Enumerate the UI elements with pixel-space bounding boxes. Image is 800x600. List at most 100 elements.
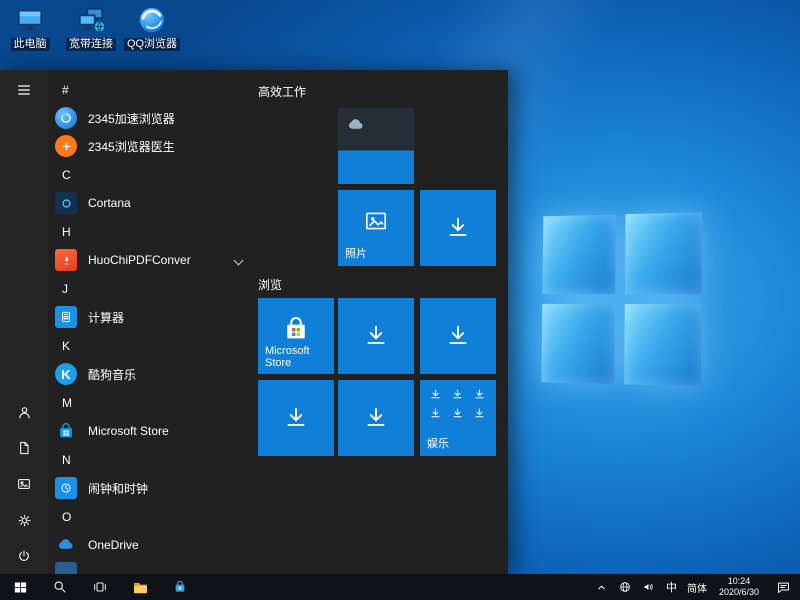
section-letter: M [62, 396, 72, 410]
clock[interactable]: 10:24 2020/6/30 [712, 574, 766, 600]
expand-menu-button[interactable] [0, 70, 48, 110]
pending-download-tile[interactable] [420, 298, 496, 374]
action-center-button[interactable] [766, 574, 800, 600]
search-button[interactable] [40, 574, 80, 600]
pictures-button[interactable] [0, 466, 48, 502]
hero-logo-pane [542, 214, 615, 294]
entertainment-folder-tile[interactable]: 娱乐 [420, 380, 496, 456]
action-center-icon [776, 580, 791, 595]
app-item-label: 闹钟和时钟 [88, 480, 148, 497]
windows-logo-icon [13, 580, 28, 595]
tile-label: 照片 [345, 245, 367, 261]
section-letter: # [62, 83, 69, 97]
microsoft-store-tile[interactable]: Microsoft Store [258, 298, 334, 374]
hamburger-icon [16, 82, 32, 98]
power-button[interactable] [0, 538, 48, 574]
app-item-kugou-music[interactable]: K 酷狗音乐 [48, 360, 258, 388]
date-label: 2020/6/30 [719, 587, 759, 598]
2345-browser-icon [53, 105, 79, 131]
hero-logo-pane [541, 304, 615, 384]
section-letter: O [62, 510, 71, 524]
app-item-label: OneDrive [88, 538, 139, 552]
tile-group-title-productivity[interactable]: 高效工作 [258, 83, 306, 100]
cloud-tile[interactable] [338, 108, 414, 184]
app-list-section-header[interactable]: H [48, 217, 258, 246]
mini-download-icons [429, 388, 489, 420]
microsoft-store-icon [53, 418, 79, 444]
desktop-icon-qq-browser[interactable]: QQ浏览器 [122, 4, 182, 51]
user-account-button[interactable] [0, 394, 48, 430]
app-item-calculator[interactable]: 计算器 [48, 303, 258, 331]
app-item-onedrive[interactable]: OneDrive [48, 531, 258, 559]
pending-download-tile[interactable] [420, 190, 496, 266]
hero-logo-pane [624, 304, 701, 386]
app-item-alarms-clock[interactable]: 闹钟和时钟 [48, 474, 258, 502]
app-list-section-header[interactable]: M [48, 388, 258, 417]
app-item-huochi-pdf[interactable]: HuoChiPDFConver [48, 246, 258, 274]
hero-logo-pane [625, 212, 702, 294]
task-view-button[interactable] [80, 574, 120, 600]
this-pc-icon [14, 4, 46, 36]
desktop-icon-this-pc[interactable]: 此电脑 [0, 4, 60, 51]
settings-button[interactable] [0, 502, 48, 538]
power-icon [16, 548, 32, 564]
onedrive-icon [53, 532, 79, 558]
app-item-label: Cortana [88, 196, 131, 210]
tile-label: Microsoft Store [265, 345, 334, 369]
language-button[interactable]: 简体 [682, 574, 712, 600]
app-item-cortana[interactable]: Cortana [48, 189, 258, 217]
app-item-label: 计算器 [88, 309, 124, 326]
section-letter: J [62, 282, 68, 296]
cortana-icon [53, 190, 79, 216]
chevron-down-icon [234, 255, 244, 265]
pending-download-tile[interactable] [338, 380, 414, 456]
app-item-microsoft-store[interactable]: Microsoft Store [48, 417, 258, 445]
section-letter: N [62, 453, 71, 467]
app-list-section-header[interactable]: J [48, 274, 258, 303]
pictures-icon [16, 476, 32, 492]
file-explorer-button[interactable] [120, 574, 160, 600]
user-icon [16, 404, 33, 421]
section-letter: K [62, 339, 70, 353]
section-letter: C [62, 168, 71, 182]
download-icon [258, 380, 334, 456]
alarms-clock-icon [53, 475, 79, 501]
pending-download-tile[interactable] [258, 380, 334, 456]
qq-browser-icon [136, 4, 168, 36]
app-item-2345-doctor[interactable]: 2345浏览器医生 [48, 132, 258, 160]
app-list-section-header[interactable]: N [48, 445, 258, 474]
huochi-pdf-icon [53, 247, 79, 273]
app-list-section-header[interactable]: K [48, 331, 258, 360]
download-icon [338, 298, 414, 374]
ime-mode-button[interactable]: 中 [661, 574, 682, 600]
cloud-icon [346, 115, 366, 135]
network-globe-icon [618, 580, 632, 594]
app-list-section-header[interactable]: O [48, 502, 258, 531]
volume-button[interactable] [637, 574, 661, 600]
tile-group-title-browse[interactable]: 浏览 [258, 276, 282, 293]
desktop-icon-label: 此电脑 [11, 38, 50, 51]
download-icon [420, 298, 496, 374]
network-status-button[interactable] [613, 574, 637, 600]
desktop-icon-row: 此电脑 宽带连接 [0, 4, 182, 51]
windows-hero-logo [541, 212, 702, 386]
time-label: 10:24 [728, 576, 751, 587]
pending-download-tile[interactable] [338, 298, 414, 374]
app-item-partial[interactable] [48, 559, 258, 574]
app-item-2345-browser[interactable]: 2345加速浏览器 [48, 104, 258, 132]
app-list-section-header[interactable]: C [48, 160, 258, 189]
photos-tile[interactable]: 照片 [338, 190, 414, 266]
app-item-label: HuoChiPDFConver [88, 253, 191, 267]
ime-mode-label: 中 [666, 579, 677, 595]
desktop-icon-broadband[interactable]: 宽带连接 [61, 4, 121, 51]
speaker-icon [642, 580, 656, 594]
language-label: 简体 [687, 580, 707, 595]
store-taskbar-button[interactable] [160, 574, 200, 600]
app-item-label: Microsoft Store [88, 424, 169, 438]
documents-button[interactable] [0, 430, 48, 466]
tile-label: 娱乐 [427, 435, 449, 451]
start-button[interactable] [0, 574, 40, 600]
app-list-section-header[interactable]: # [48, 75, 258, 104]
hidden-icons-button[interactable] [590, 574, 613, 600]
app-item-label: 2345浏览器医生 [88, 138, 175, 155]
